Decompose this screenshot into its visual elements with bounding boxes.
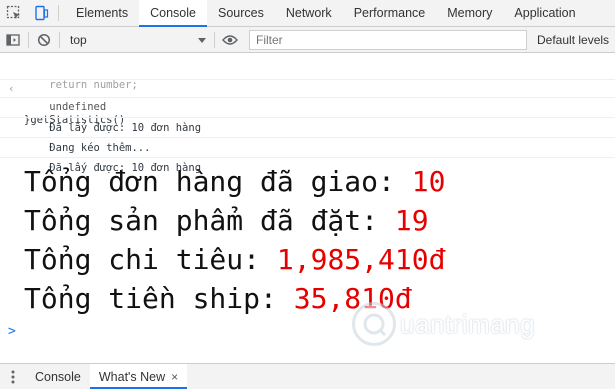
toolbar-divider	[28, 31, 29, 48]
clear-console-icon[interactable]	[31, 27, 57, 53]
filter-field[interactable]	[249, 29, 527, 50]
stat-label: Tổng sản phẩm đã đặt:	[24, 204, 395, 237]
log-text: Đã lấy được: 10 đơn hàng	[49, 162, 202, 174]
eye-icon[interactable]	[217, 27, 243, 53]
close-icon[interactable]: ×	[171, 370, 178, 384]
toolbar-divider	[214, 31, 215, 48]
stat-value: 1,985,410đ	[276, 243, 446, 276]
drawer-tab-whats-new[interactable]: What's New ×	[89, 364, 188, 389]
stat-total-spending: Tổng chi tiêu: 1,985,410đ	[24, 240, 615, 279]
devtools-tabbar: Elements Console Sources Network Perform…	[0, 0, 615, 27]
dropdown-arrow-icon	[198, 33, 206, 47]
toolbar-divider	[59, 31, 60, 48]
console-input-echo: return number; }getStatistics()	[0, 54, 615, 126]
panel-tabs: Elements Console Sources Network Perform…	[65, 0, 587, 27]
context-value: top	[70, 32, 87, 47]
console-toolbar: top Default levels	[0, 27, 615, 53]
tab-elements[interactable]: Elements	[65, 0, 139, 26]
device-toolbar-icon[interactable]	[27, 0, 54, 26]
console-log-message: Đã lấy được: 10 đơn hàng	[0, 138, 615, 174]
sidebar-toggle-icon[interactable]	[0, 27, 26, 53]
tab-network[interactable]: Network	[275, 0, 343, 26]
drawer-tab-console[interactable]: Console	[26, 364, 90, 389]
drawer-menu-icon[interactable]	[0, 364, 26, 389]
drawer-tabbar: Console What's New ×	[0, 363, 615, 389]
statistics-output: Tổng đơn hàng đã giao: 10 Tổng sản phẩm …	[0, 158, 615, 318]
stat-label: Tổng tiền ship:	[24, 282, 294, 315]
console-log-message: Đã lấy được: 10 đơn hàng	[0, 98, 615, 134]
stat-shipping-fee: Tổng tiền ship: 35,810đ	[24, 279, 615, 318]
tab-sources[interactable]: Sources	[207, 0, 275, 26]
context-selector[interactable]: top	[66, 30, 212, 50]
stat-value: 10	[411, 165, 446, 198]
drawer-tab-label: What's New	[98, 369, 166, 384]
inspect-element-icon[interactable]	[0, 0, 27, 26]
stat-value: 35,810đ	[293, 282, 412, 315]
console-log-message: Đang kéo thêm...	[0, 118, 615, 154]
console-prompt[interactable]: >	[8, 324, 16, 339]
tab-performance[interactable]: Performance	[343, 0, 437, 26]
stat-ordered-products: Tổng sản phẩm đã đặt: 19	[24, 201, 615, 240]
tabbar-divider	[58, 5, 59, 21]
return-arrow-icon: ‹	[8, 82, 15, 95]
log-levels-dropdown[interactable]: Default levels	[537, 33, 609, 47]
console-return-value: ‹ undefined	[0, 80, 615, 113]
filter-input[interactable]	[256, 32, 526, 47]
console-output: return number; }getStatistics() ‹ undefin…	[0, 54, 615, 363]
stat-label: Tổng chi tiêu:	[24, 243, 277, 276]
tab-application[interactable]: Application	[503, 0, 586, 26]
stat-value: 19	[394, 204, 429, 237]
tab-console[interactable]: Console	[139, 0, 207, 27]
tab-memory[interactable]: Memory	[436, 0, 503, 26]
